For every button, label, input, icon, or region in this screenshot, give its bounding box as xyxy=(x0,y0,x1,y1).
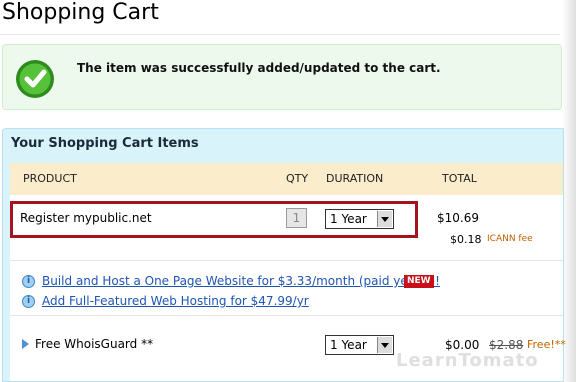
addon-duration-value: 1 Year xyxy=(330,338,367,352)
promo-link-one-page-website[interactable]: Build and Host a One Page Website for $3… xyxy=(42,274,440,288)
success-message: The item was successfully added/updated … xyxy=(77,61,441,75)
success-notice: The item was successfully added/updated … xyxy=(2,44,562,110)
page-title: Shopping Cart xyxy=(2,0,159,25)
checkmark-icon xyxy=(16,60,54,98)
expand-arrow-icon[interactable] xyxy=(22,339,29,349)
cart-item-total: $10.69 xyxy=(437,211,479,225)
row-divider xyxy=(10,315,563,316)
new-badge: NEW xyxy=(404,275,434,288)
cart-heading: Your Shopping Cart Items xyxy=(11,136,199,151)
chevron-down-icon xyxy=(377,337,392,353)
torn-edge-shadow xyxy=(562,0,576,382)
column-total: TOTAL xyxy=(442,172,477,185)
duration-select[interactable]: 1 Year xyxy=(325,209,394,229)
cart-item-name: Register mypublic.net xyxy=(20,211,152,225)
duration-select-value: 1 Year xyxy=(330,212,367,226)
column-product: PRODUCT xyxy=(23,172,77,185)
info-icon: i xyxy=(22,275,35,288)
chevron-down-icon xyxy=(377,211,392,227)
promo-link-web-hosting[interactable]: Add Full-Featured Web Hosting for $47.99… xyxy=(42,294,309,308)
title-divider xyxy=(0,34,560,35)
addon-duration-select[interactable]: 1 Year xyxy=(325,335,394,355)
quantity-field[interactable]: 1 xyxy=(286,208,307,228)
row-divider xyxy=(10,260,563,261)
column-qty: QTY xyxy=(286,172,309,185)
cart-header-row: PRODUCT QTY DURATION TOTAL xyxy=(10,163,563,195)
info-icon: i xyxy=(22,295,35,308)
addon-name: Free WhoisGuard ** xyxy=(35,337,154,351)
icann-fee-label: ICANN fee xyxy=(487,234,533,244)
column-duration: DURATION xyxy=(326,172,384,185)
icann-fee-amount: $0.18 xyxy=(450,233,482,246)
watermark: LearnTomato xyxy=(396,350,539,371)
